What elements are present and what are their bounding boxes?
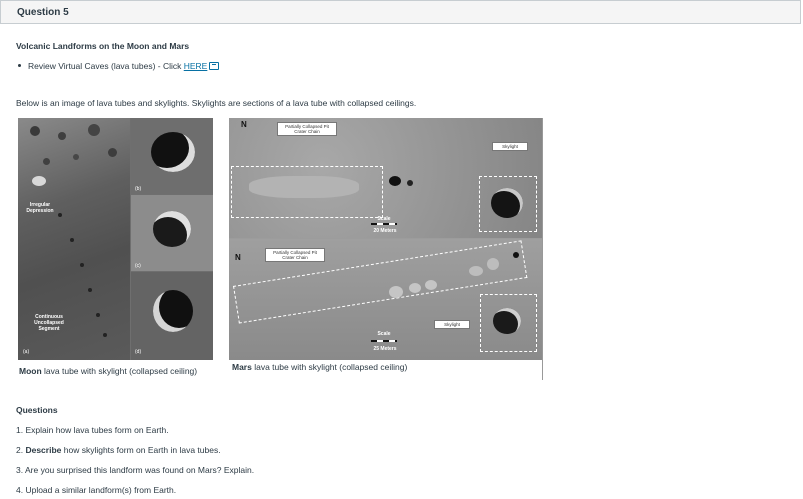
mars-caption-bold: Mars [232,362,252,372]
panel-label-a: (a) [23,349,30,355]
panel-label-d: (d) [135,349,142,355]
north-arrow-top: N [241,120,247,129]
mars-top-pit-label: Partially Collapsed Pit Crater Chain [277,122,337,136]
question-header: Question 5 [0,0,801,24]
question-title: Question 5 [17,7,69,18]
moon-panel-c [131,195,213,271]
mars-top-scale-label: Scale [377,216,391,222]
bullet-dot [18,64,21,67]
label-continuous-segment: Continuous Uncollapsed Segment [34,314,64,332]
review-line: Review Virtual Caves (lava tubes) - Clic… [28,61,220,71]
moon-panel-d [131,272,213,360]
mars-bottom-scale-label: Scale [377,331,391,337]
moon-caption-rest: lava tube with skylight (collapsed ceili… [41,366,198,376]
moon-lava-tube-image: Irregular Depression Continuous Uncollap… [18,118,213,360]
figure-border-line [542,118,543,380]
question-3: 3. Are you surprised this landform was f… [16,465,255,475]
mars-caption: Mars lava tube with skylight (collapsed … [232,362,407,372]
mars-bottom-skylight-label: Skylight [434,320,470,329]
moon-panel-b [131,118,213,194]
intro-text: Below is an image of lava tubes and skyl… [16,98,417,108]
review-text: Review Virtual Caves (lava tubes) - Clic… [28,61,184,71]
moon-caption: Moon lava tube with skylight (collapsed … [19,366,197,376]
question-2: 2. Describe how skylights form on Earth … [16,445,221,455]
here-link[interactable]: HERE [184,61,208,71]
mars-top-skylight-label: Skylight [492,142,528,151]
question-1: 1. Explain how lava tubes form on Earth. [16,425,169,435]
mars-top-pit-chain [249,176,359,198]
question-2-bold: Describe [25,445,62,455]
mars-caption-rest: lava tube with skylight (collapsed ceili… [251,362,408,372]
mars-bottom-scale-bar [371,340,397,342]
question-4: 4. Upload a similar landform(s) from Ear… [16,485,177,495]
external-link-icon[interactable] [209,62,220,70]
panel-label-b: (b) [135,186,142,192]
section-heading: Volcanic Landforms on the Moon and Mars [16,41,190,51]
mars-top-scale-bar [371,223,397,225]
mars-bottom-scale-value: 25 Meters [373,346,397,352]
mars-lava-tube-image: N Partially Collapsed Pit Crater Chain S… [229,118,542,360]
mars-top-scale-value: 20 Meters [373,228,397,234]
panel-label-c: (c) [135,263,141,269]
moon-caption-bold: Moon [19,366,42,376]
mars-bottom-pit-label: Partially Collapsed Pit Crater Chain [265,248,325,262]
question-2-rest: how skylights form on Earth in lava tube… [61,445,221,455]
label-irregular-depression: Irregular Depression [26,202,54,214]
north-arrow-bottom: N [235,253,241,262]
questions-heading: Questions [16,405,58,415]
